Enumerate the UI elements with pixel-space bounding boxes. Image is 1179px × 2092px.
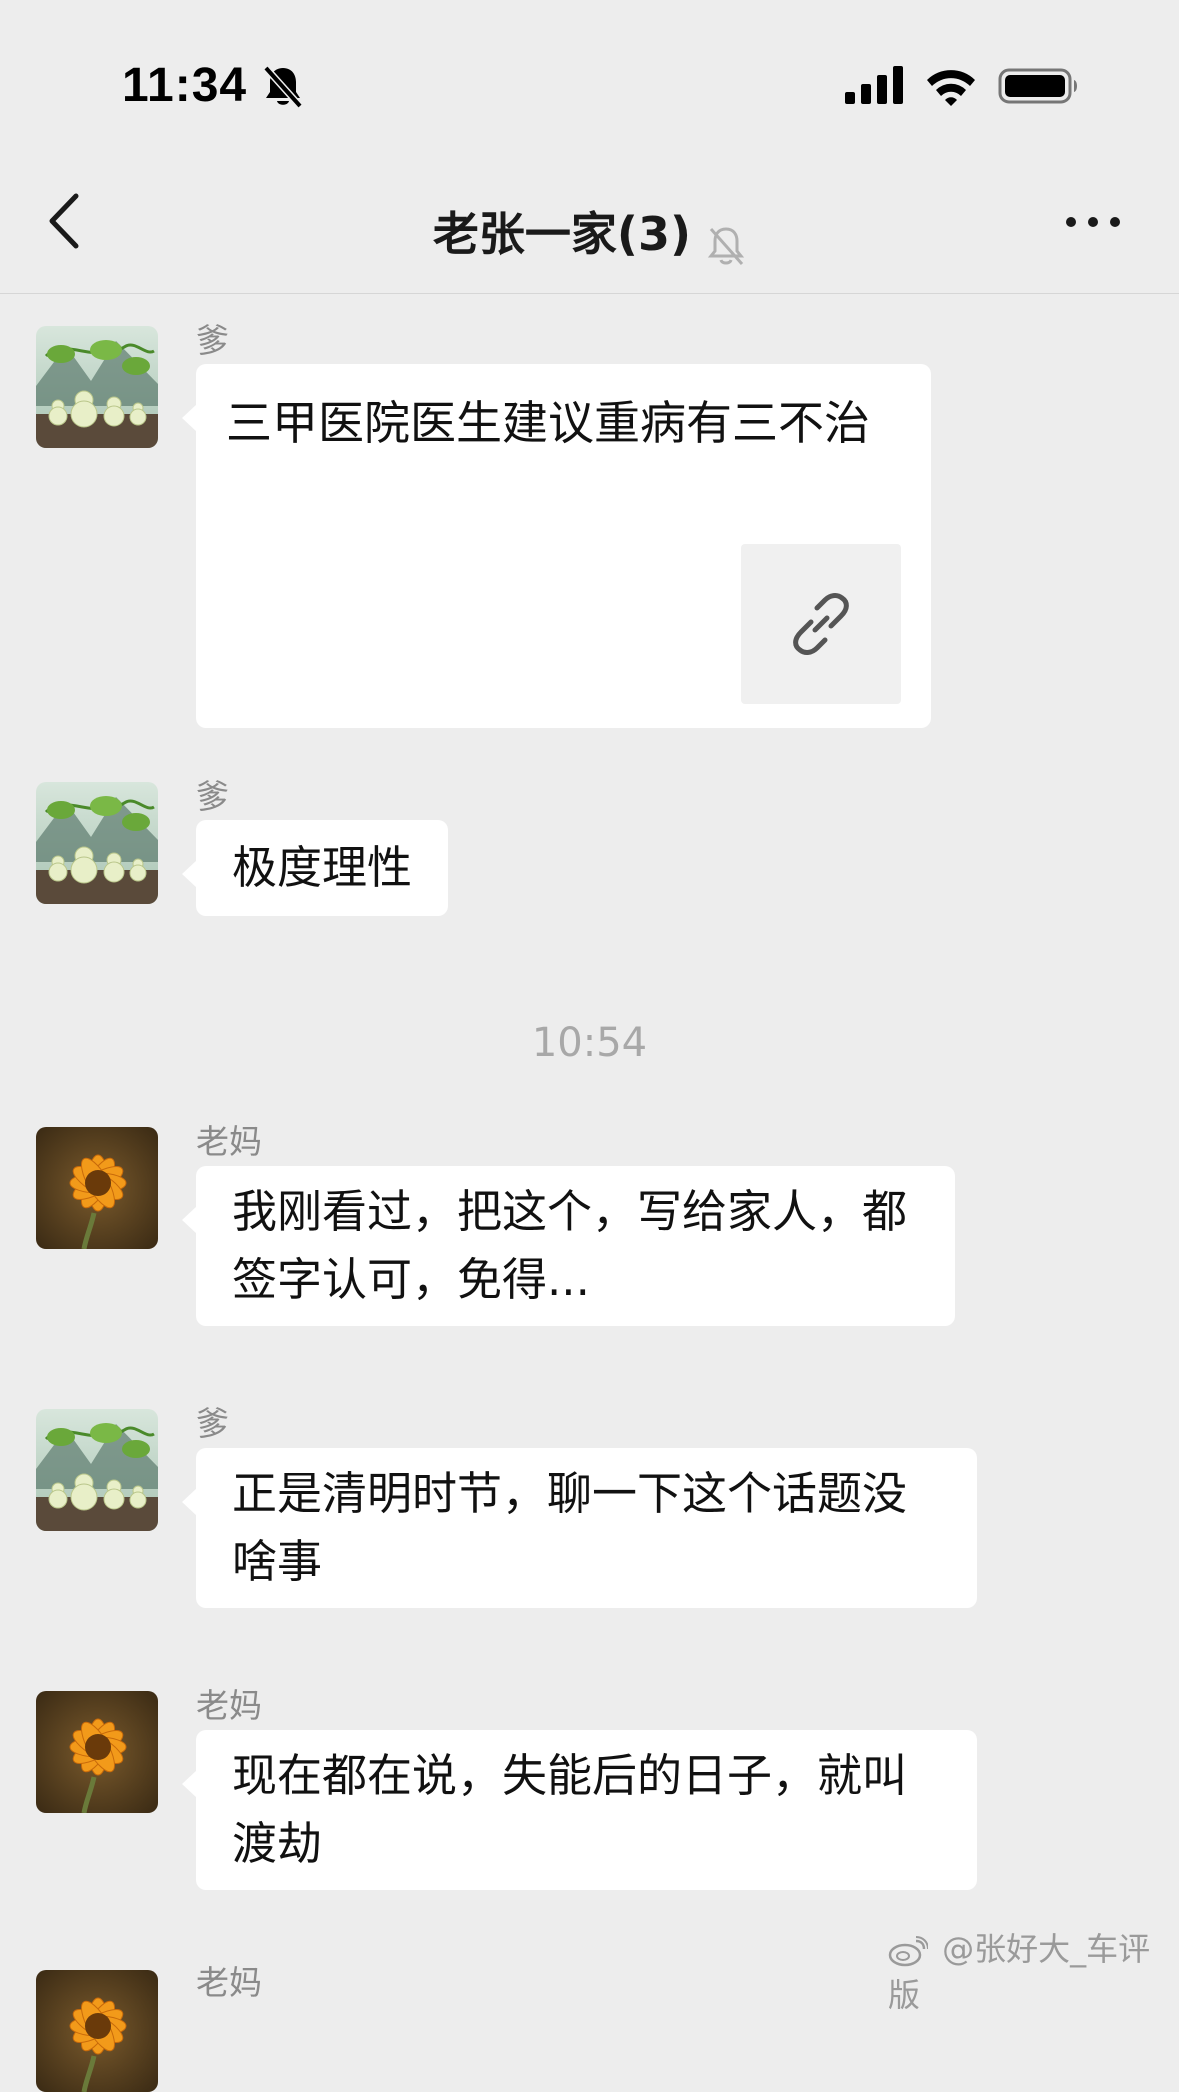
chat-title-container: 老张一家(3) bbox=[0, 198, 1179, 268]
sender-name: 老妈 bbox=[196, 1122, 262, 1161]
link-card-title: 三甲医院医生建议重病有三不治 bbox=[226, 396, 870, 450]
sender-name: 老妈 bbox=[196, 1963, 262, 2002]
avatar[interactable] bbox=[36, 1127, 158, 1249]
link-card-bubble[interactable]: 三甲医院医生建议重病有三不治 bbox=[182, 364, 931, 728]
sender-name: 爹 bbox=[196, 1404, 229, 1443]
avatar[interactable] bbox=[36, 1691, 158, 1813]
message-text: 我刚看过，把这个，写给家人，都签字认可，免得... bbox=[232, 1185, 908, 1306]
message-text: 正是清明时节，聊一下这个话题没啥事 bbox=[232, 1467, 908, 1588]
avatar[interactable] bbox=[36, 1970, 158, 2092]
message-text: 现在都在说，失能后的日子，就叫渡劫 bbox=[232, 1749, 908, 1870]
avatar[interactable] bbox=[36, 1409, 158, 1531]
status-time: 11:34 bbox=[122, 59, 248, 112]
message-bubble[interactable]: 现在都在说，失能后的日子，就叫渡劫 bbox=[182, 1730, 977, 1890]
message-bubble[interactable]: 极度理性 bbox=[181, 820, 449, 916]
watermark: @张好大_车评版 bbox=[888, 1924, 1179, 2016]
message-bubble[interactable]: 正是清明时节，聊一下这个话题没啥事 bbox=[182, 1448, 977, 1608]
timestamp: 10:54 bbox=[531, 1020, 648, 1066]
status-bar: 11:34 bbox=[0, 0, 1179, 150]
chat-header: 老张一家(3) bbox=[0, 150, 1179, 294]
sender-name: 老妈 bbox=[196, 1686, 262, 1725]
chat-title[interactable]: 老张一家(3) bbox=[433, 207, 691, 261]
battery-icon bbox=[998, 68, 1077, 104]
sender-name: 爹 bbox=[196, 321, 229, 360]
message-text: 极度理性 bbox=[232, 841, 413, 894]
weibo-icon bbox=[888, 1936, 928, 1967]
avatar[interactable] bbox=[36, 326, 158, 448]
wifi-icon bbox=[927, 70, 975, 106]
avatar[interactable] bbox=[36, 782, 158, 904]
more-icon[interactable] bbox=[1065, 212, 1121, 232]
sender-name: 爹 bbox=[196, 777, 229, 816]
message-bubble[interactable]: 我刚看过，把这个，写给家人，都签字认可，免得... bbox=[182, 1166, 955, 1326]
link-thumbnail bbox=[741, 544, 901, 704]
link-icon bbox=[793, 593, 849, 655]
signal-icon bbox=[845, 66, 903, 104]
bell-slash-icon bbox=[263, 65, 303, 109]
mute-icon bbox=[707, 226, 745, 265]
